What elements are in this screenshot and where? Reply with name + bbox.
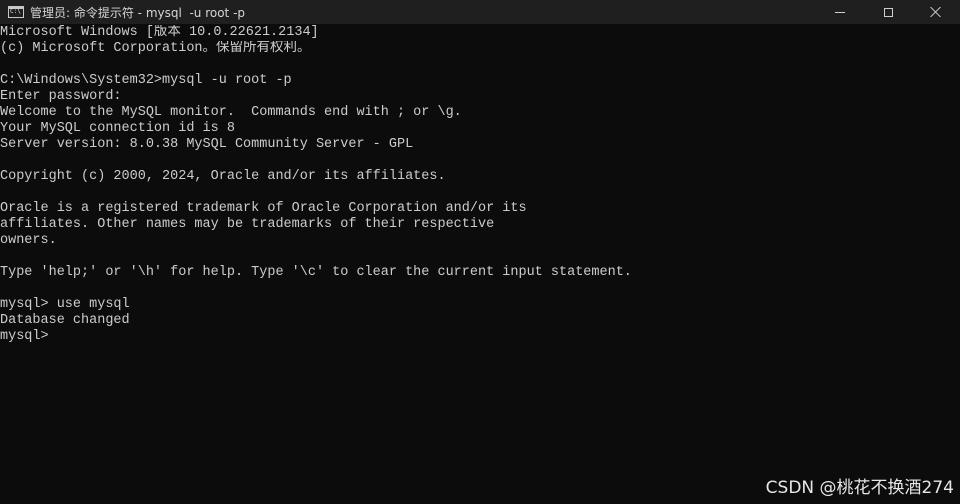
console-line: Welcome to the MySQL monitor. Commands e… [0,105,462,120]
console-line: Copyright (c) 2000, 2024, Oracle and/or … [0,169,446,184]
console-line: Database changed [0,313,130,328]
title-bar[interactable]: 管理员: 命令提示符 - mysql -u root -p [0,0,960,24]
console-line: C:\Windows\System32>mysql -u root -p [0,73,292,88]
console-line: Enter password: [0,89,122,104]
console-line: Oracle is a registered trademark of Orac… [0,201,527,216]
window-controls [816,0,960,24]
cmd-icon[interactable] [8,6,24,18]
close-button[interactable] [912,0,960,24]
console-line: Your MySQL connection id is 8 [0,121,235,136]
console-line: Type 'help;' or '\h' for help. Type '\c'… [0,265,632,280]
csdn-watermark: CSDN @桃花不换酒274 [765,478,954,498]
maximize-button[interactable] [864,0,912,24]
console-line: affiliates. Other names may be trademark… [0,217,495,232]
console-output[interactable]: Microsoft Windows [版本 10.0.22621.2134] (… [0,25,960,504]
minimize-icon [835,11,845,13]
minimize-button[interactable] [816,0,864,24]
console-line: Server version: 8.0.38 MySQL Community S… [0,137,414,152]
console-line: owners. [0,233,57,248]
mysql-prompt: mysql> [0,329,57,344]
maximize-icon [883,7,893,17]
console-line: (c) Microsoft Corporation。保留所有权利。 [0,41,311,56]
window-title: 管理员: 命令提示符 - mysql -u root -p [30,5,246,20]
close-icon [930,6,942,18]
console-line: mysql> use mysql [0,297,130,312]
console-line: Microsoft Windows [版本 10.0.22621.2134] [0,25,319,40]
cmd-window: 管理员: 命令提示符 - mysql -u root -p Microsoft … [0,0,960,504]
mysql-prompt-line[interactable]: mysql> [0,329,960,345]
